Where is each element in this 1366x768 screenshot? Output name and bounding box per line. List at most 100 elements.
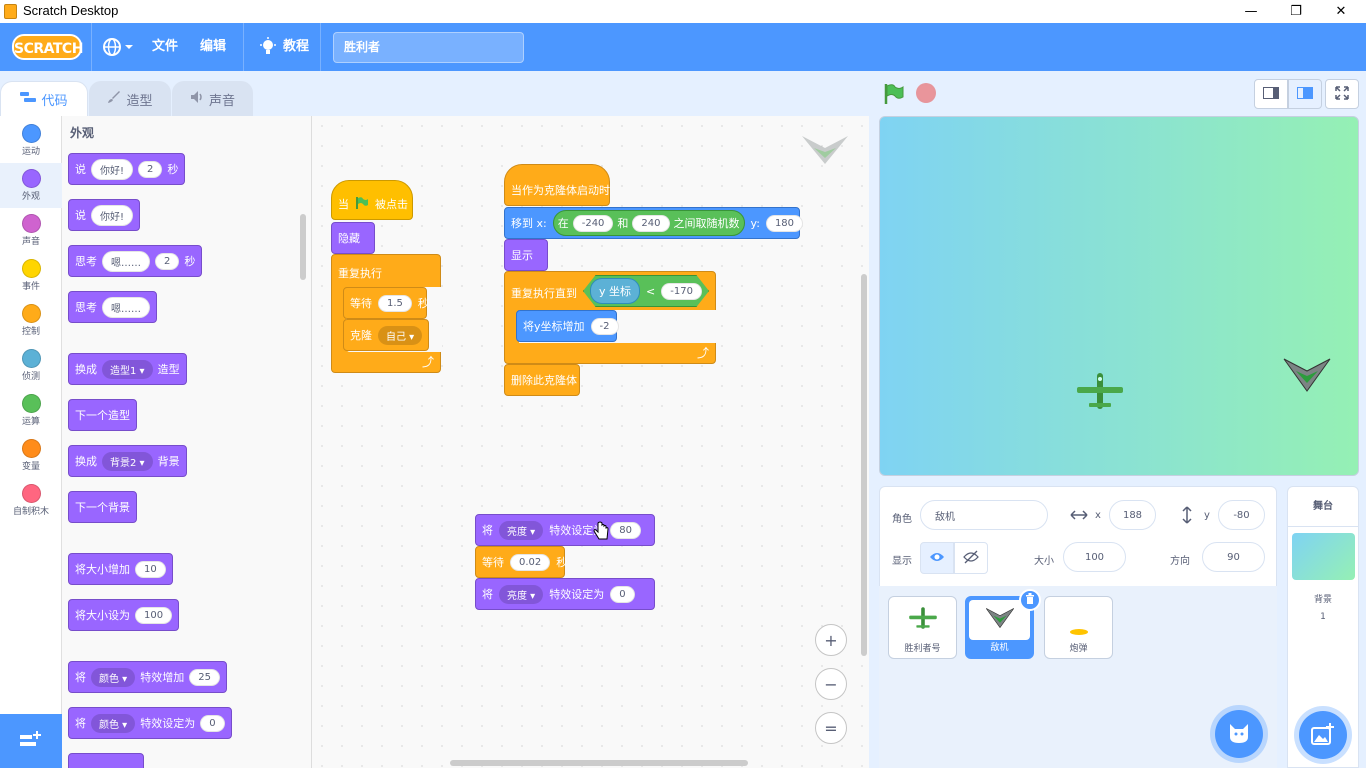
category-variables[interactable]: 变量: [0, 433, 62, 478]
when-clone-starts-block[interactable]: 当作为克隆体启动时: [504, 164, 610, 206]
add-extension-button[interactable]: [0, 714, 62, 768]
block-input[interactable]: -170: [661, 282, 702, 300]
say-block[interactable]: 说 你好!: [68, 199, 141, 231]
hide-sprite-button[interactable]: [954, 542, 988, 574]
effect-dropdown[interactable]: 亮度 ▾: [499, 584, 544, 604]
set-size-block[interactable]: 将大小设为 100: [68, 599, 180, 631]
small-stage-button[interactable]: [1254, 79, 1288, 109]
stage-panel[interactable]: 舞台 背景 1: [1287, 486, 1359, 768]
next-backdrop-block[interactable]: 下一个背景: [68, 491, 137, 523]
sprite-name-input[interactable]: 敌机: [920, 500, 1048, 530]
category-motion[interactable]: 运动: [0, 118, 62, 163]
effect-dropdown[interactable]: 颜色 ▾: [91, 667, 136, 687]
choose-sprite-button[interactable]: [1215, 710, 1263, 758]
backdrop-dropdown[interactable]: 背景2 ▾: [102, 451, 153, 471]
show-sprite-button[interactable]: [920, 542, 954, 574]
script-vertical-scrollbar[interactable]: [861, 274, 867, 656]
category-events[interactable]: 事件: [0, 253, 62, 298]
tab-sounds[interactable]: 声音: [172, 81, 253, 116]
project-title-input[interactable]: 胜利者: [333, 32, 524, 63]
partial-block[interactable]: [68, 753, 144, 768]
sprite-tile-enemy[interactable]: 敌机: [965, 589, 1041, 659]
block-input[interactable]: 25: [189, 668, 220, 686]
when-flag-clicked-block[interactable]: 当 被点击: [331, 180, 413, 220]
y-position-reporter[interactable]: y 坐标: [590, 278, 641, 304]
palette-scrollbar[interactable]: [300, 214, 306, 280]
block-input[interactable]: 100: [135, 606, 173, 624]
costume-dropdown[interactable]: 造型1 ▾: [102, 359, 153, 379]
scratch-logo[interactable]: SCRATCH: [12, 34, 83, 60]
backdrop-thumbnail[interactable]: [1292, 533, 1355, 580]
green-flag-button[interactable]: [883, 83, 905, 105]
next-costume-block[interactable]: 下一个造型: [68, 399, 137, 431]
clone-target-dropdown[interactable]: 自己 ▾: [378, 325, 423, 345]
size-input[interactable]: 100: [1063, 542, 1126, 572]
tutorials-menu[interactable]: 教程: [283, 23, 309, 71]
block-input[interactable]: 2: [138, 160, 163, 178]
restore-button[interactable]: ❐: [1273, 0, 1319, 23]
wait-block[interactable]: 等待 0.02 秒: [475, 546, 567, 578]
delete-clone-block[interactable]: 删除此克隆体: [504, 364, 580, 396]
edit-menu[interactable]: 编辑: [200, 23, 226, 71]
block-input[interactable]: 240: [632, 214, 670, 232]
script-area[interactable]: 当 被点击 隐藏 重复执行 ⤴ 等待 1.5 秒 克隆 自己 ▾ 当作为克隆体启…: [312, 116, 869, 768]
direction-input[interactable]: 90: [1202, 542, 1265, 572]
x-input[interactable]: 188: [1109, 500, 1156, 530]
switch-backdrop-block[interactable]: 换成 背景2 ▾ 背景: [68, 445, 187, 477]
choose-backdrop-button[interactable]: [1299, 711, 1347, 759]
block-input[interactable]: 80: [610, 521, 641, 539]
change-effect-block[interactable]: 将 颜色 ▾ 特效增加 25: [68, 661, 227, 693]
less-than-operator-block[interactable]: y 坐标 < -170: [583, 275, 709, 307]
block-input[interactable]: 10: [135, 560, 166, 578]
hide-block[interactable]: 隐藏: [331, 222, 375, 254]
think-for-secs-block[interactable]: 思考 嗯…… 2 秒: [68, 245, 203, 277]
block-input[interactable]: 2: [155, 252, 180, 270]
block-input[interactable]: -240: [572, 214, 614, 232]
zoom-in-button[interactable]: +: [815, 624, 847, 656]
delete-sprite-button[interactable]: [1019, 589, 1041, 611]
tab-code[interactable]: 代码: [0, 81, 88, 116]
block-input[interactable]: 0: [610, 585, 635, 603]
block-input[interactable]: 嗯……: [102, 250, 150, 272]
sprite-tile-bullet[interactable]: 炮弹: [1044, 596, 1113, 659]
effect-dropdown[interactable]: 颜色 ▾: [91, 713, 136, 733]
effect-dropdown[interactable]: 亮度 ▾: [499, 520, 544, 540]
block-input[interactable]: 你好!: [91, 158, 134, 180]
y-input[interactable]: -80: [1218, 500, 1265, 530]
block-input[interactable]: -2: [590, 317, 619, 335]
category-sound[interactable]: 声音: [0, 208, 62, 253]
category-sensing[interactable]: 侦测: [0, 343, 62, 388]
block-input[interactable]: 嗯……: [102, 296, 150, 318]
stop-button[interactable]: [916, 83, 936, 103]
stage-canvas[interactable]: [879, 116, 1359, 476]
show-block[interactable]: 显示: [504, 239, 548, 271]
block-input[interactable]: 0.02: [510, 553, 551, 571]
set-effect-block[interactable]: 将 颜色 ▾ 特效设定为 0: [68, 707, 232, 739]
category-control[interactable]: 控制: [0, 298, 62, 343]
file-menu[interactable]: 文件: [152, 23, 178, 71]
block-input[interactable]: 1.5: [378, 294, 412, 312]
zoom-out-button[interactable]: −: [815, 668, 847, 700]
minimize-button[interactable]: —: [1228, 0, 1274, 23]
script-horizontal-scrollbar[interactable]: [450, 760, 748, 766]
large-stage-button[interactable]: [1288, 79, 1322, 109]
change-y-block[interactable]: 将y坐标增加 -2: [516, 310, 619, 342]
create-clone-block[interactable]: 克隆 自己 ▾: [343, 319, 429, 351]
category-operators[interactable]: 运算: [0, 388, 62, 433]
switch-costume-block[interactable]: 换成 造型1 ▾ 造型: [68, 353, 187, 385]
tab-costumes[interactable]: 造型: [89, 81, 171, 116]
say-for-secs-block[interactable]: 说 你好! 2 秒: [68, 153, 186, 185]
think-block[interactable]: 思考 嗯……: [68, 291, 157, 323]
enemy-plane-sprite[interactable]: [1282, 357, 1332, 396]
language-globe-icon[interactable]: [102, 37, 134, 60]
player-plane-sprite[interactable]: [1075, 371, 1125, 414]
zoom-reset-button[interactable]: =: [815, 712, 847, 744]
wait-block[interactable]: 等待 1.5 秒: [343, 287, 429, 319]
set-effect-block[interactable]: 将 亮度 ▾ 特效设定为 80: [475, 514, 655, 546]
block-input[interactable]: 180: [765, 214, 804, 232]
random-operator-block[interactable]: 在 -240 和 240 之间取随机数: [552, 210, 745, 236]
category-looks[interactable]: 外观: [0, 163, 62, 208]
change-size-block[interactable]: 将大小增加 10: [68, 553, 173, 585]
fullscreen-button[interactable]: [1325, 79, 1359, 109]
set-effect-block[interactable]: 将 亮度 ▾ 特效设定为 0: [475, 578, 655, 610]
